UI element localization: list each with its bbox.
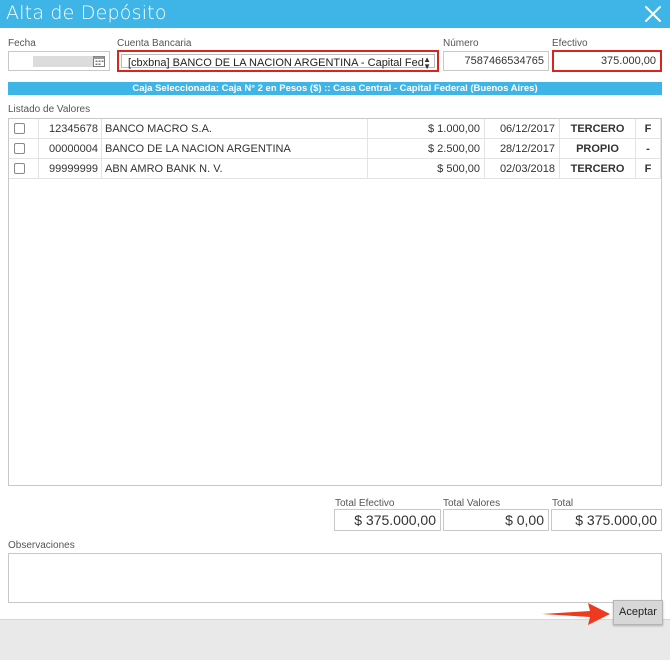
numero-value: 7587466534765 [464, 55, 544, 67]
row-bank: BANCO MACRO S.A. [102, 119, 368, 139]
row-bank: ABN AMRO BANK N. V. [102, 159, 368, 179]
cuenta-bancaria-select[interactable]: [cbxbna] BANCO DE LA NACION ARGENTINA - … [117, 50, 439, 72]
listado-valores-table: 12345678 BANCO MACRO S.A. $ 1.000,00 06/… [8, 118, 662, 486]
title-bar: Alta de Depósito [0, 0, 670, 28]
row-bank: BANCO DE LA NACION ARGENTINA [102, 139, 368, 159]
select-arrows-icon: ▲ ▼ [423, 55, 431, 71]
row-amount: $ 2.500,00 [368, 139, 485, 159]
numero-label: Número [443, 38, 479, 49]
row-code: 99999999 [39, 159, 102, 179]
total-efectivo-label: Total Efectivo [335, 498, 395, 509]
row-checkbox[interactable] [14, 143, 25, 154]
row-tipo: TERCERO [560, 159, 636, 179]
row-flag: F [636, 159, 661, 179]
row-date: 28/12/2017 [485, 139, 560, 159]
row-flag: - [636, 139, 661, 159]
cuenta-bancaria-value: [cbxbna] BANCO DE LA NACION ARGENTINA - … [128, 57, 424, 69]
arrow-pointer-icon [540, 600, 612, 628]
total-efectivo-value: $ 375.000,00 [334, 509, 441, 531]
observaciones-textarea[interactable] [8, 553, 662, 603]
row-amount: $ 1.000,00 [368, 119, 485, 139]
total-value: $ 375.000,00 [551, 509, 662, 531]
row-checkbox[interactable] [14, 163, 25, 174]
close-icon[interactable] [642, 3, 664, 25]
listado-label: Listado de Valores [8, 104, 91, 115]
total-valores-label: Total Valores [443, 498, 501, 509]
fecha-redacted-value [33, 56, 95, 67]
window-title: Alta de Depósito [6, 2, 167, 24]
numero-field[interactable]: 7587466534765 [443, 51, 549, 71]
row-tipo: PROPIO [560, 139, 636, 159]
row-code: 12345678 [39, 119, 102, 139]
efectivo-field[interactable]: 375.000,00 [552, 50, 662, 72]
row-code: 00000004 [39, 139, 102, 159]
calendar-icon[interactable] [93, 55, 105, 67]
row-flag: F [636, 119, 661, 139]
total-label: Total [552, 498, 574, 509]
row-amount: $ 500,00 [368, 159, 485, 179]
table-row[interactable]: 00000004 BANCO DE LA NACION ARGENTINA $ … [9, 139, 661, 159]
row-date: 02/03/2018 [485, 159, 560, 179]
cuenta-bancaria-label: Cuenta Bancaria [117, 38, 192, 49]
fecha-field[interactable] [8, 51, 110, 71]
efectivo-label: Efectivo [552, 38, 588, 49]
table-row[interactable]: 12345678 BANCO MACRO S.A. $ 1.000,00 06/… [9, 119, 661, 139]
aceptar-button[interactable]: Aceptar [613, 600, 663, 625]
observaciones-label: Observaciones [8, 540, 75, 551]
efectivo-value: 375.000,00 [600, 55, 656, 67]
total-valores-value: $ 0,00 [443, 509, 549, 531]
table-row[interactable]: 99999999 ABN AMRO BANK N. V. $ 500,00 02… [9, 159, 661, 179]
row-date: 06/12/2017 [485, 119, 560, 139]
fecha-label: Fecha [8, 38, 36, 49]
row-tipo: TERCERO [560, 119, 636, 139]
caja-seleccionada-bar: Caja Seleccionada: Caja N° 2 en Pesos ($… [8, 82, 662, 95]
row-checkbox[interactable] [14, 123, 25, 134]
